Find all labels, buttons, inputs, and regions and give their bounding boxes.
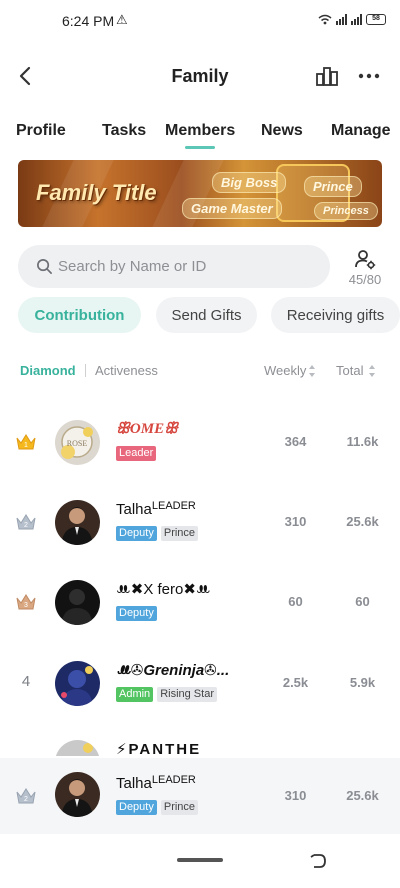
- filter-send-gifts[interactable]: Send Gifts: [156, 297, 257, 333]
- rank-number: 4: [21, 673, 31, 690]
- tab-bar: Profile Tasks Members News Manage: [0, 118, 400, 152]
- weekly-value: 60: [288, 594, 303, 609]
- app-header: Family: [0, 52, 400, 100]
- sort-row: Diamond Activeness Weekly Total: [0, 360, 400, 382]
- avatar[interactable]: ROSE: [55, 420, 100, 465]
- page-title: Family: [171, 66, 229, 86]
- name-tag: LEADER: [151, 500, 196, 512]
- member-name: TalhaLEADER: [116, 774, 196, 792]
- deputy-badge: Deputy: [116, 526, 157, 541]
- member-row[interactable]: 3 ꔚ✖X fero✖ꔚ Deputy 60 60: [0, 568, 400, 638]
- svg-text:1: 1: [24, 442, 28, 449]
- filter-receiving-gifts[interactable]: Receiving gifts: [271, 297, 400, 333]
- sort-total[interactable]: Total: [336, 363, 363, 378]
- sort-arrows-icon: [309, 365, 315, 377]
- tab-manage[interactable]: Manage: [331, 122, 391, 140]
- sort-activeness[interactable]: Activeness: [95, 363, 158, 378]
- svg-text:2: 2: [24, 522, 28, 529]
- sort-weekly[interactable]: Weekly: [264, 363, 306, 378]
- svg-text:ROSE: ROSE: [67, 439, 88, 448]
- avatar[interactable]: [55, 661, 100, 706]
- system-nav-bar: [0, 840, 400, 888]
- silver-crown-icon: 2: [16, 514, 36, 530]
- title-badge: Prince: [160, 526, 199, 541]
- svg-text:3: 3: [24, 602, 28, 609]
- active-tab-indicator: [185, 146, 215, 149]
- family-title-banner[interactable]: Family Title Big Boss Prince Game Master…: [18, 160, 382, 227]
- member-name: ꕥOMEꕥ: [116, 421, 179, 437]
- my-rank-row[interactable]: 2 TalhaLEADER Deputy Prince 310 25.6k: [0, 758, 400, 834]
- deputy-badge: Deputy: [116, 606, 157, 621]
- total-value: 5.9k: [349, 675, 376, 690]
- avatar[interactable]: [55, 772, 100, 817]
- member-count: 45/80: [348, 272, 382, 287]
- banner-tag: Princess: [314, 202, 378, 220]
- weekly-value: 310: [284, 788, 307, 803]
- tab-tasks[interactable]: Tasks: [102, 122, 146, 140]
- signal-icon-2: [351, 14, 362, 25]
- deputy-badge: Deputy: [116, 800, 157, 815]
- weekly-value: 364: [284, 434, 307, 449]
- total-value: 60: [355, 594, 370, 609]
- avatar[interactable]: [55, 500, 100, 545]
- member-badges: Deputy Prince: [116, 800, 199, 815]
- member-row[interactable]: 1 ROSE ꕥOMEꕥ Leader 364 11.6k: [0, 408, 400, 478]
- member-name: ꔚ✇Greninja✇...: [116, 662, 230, 679]
- banner-title: Family Title: [36, 180, 157, 205]
- tab-profile[interactable]: Profile: [16, 122, 66, 140]
- weekly-value: 2.5k: [282, 675, 309, 690]
- tab-members[interactable]: Members: [165, 122, 235, 140]
- total-value: 25.6k: [346, 788, 379, 803]
- leader-badge: Leader: [116, 446, 157, 461]
- sort-arrows-icon: [369, 365, 375, 377]
- banner-tag: Big Boss: [212, 172, 287, 193]
- status-bar: 6:24 PM ⚠ 58: [0, 0, 400, 44]
- title-badge: Rising Star: [157, 687, 217, 702]
- battery-icon: 58: [366, 14, 386, 25]
- banner-tag: Game Master: [182, 198, 282, 219]
- weekly-value: 310: [284, 514, 307, 529]
- member-badges: Deputy: [116, 606, 157, 621]
- member-name: TalhaLEADER: [116, 500, 196, 518]
- name-tag: LEADER: [151, 774, 196, 786]
- back-gesture-icon[interactable]: [309, 852, 327, 870]
- search-input[interactable]: [58, 245, 318, 288]
- member-row[interactable]: 4 ꔚ✇Greninja✇... Admin Rising Star 2.5k …: [0, 649, 400, 719]
- status-time: 6:24 PM: [62, 13, 115, 29]
- member-row[interactable]: 2 TalhaLEADER Deputy Prince 310 25.6k: [0, 488, 400, 558]
- avatar[interactable]: [55, 740, 100, 756]
- divider: [85, 364, 86, 377]
- search-icon: [37, 259, 52, 274]
- member-badges: Admin Rising Star: [116, 687, 217, 702]
- ranking-icon[interactable]: [315, 64, 339, 88]
- alert-icon: ⚠: [116, 12, 128, 27]
- member-settings-icon[interactable]: [354, 248, 376, 270]
- avatar[interactable]: [55, 580, 100, 625]
- admin-badge: Admin: [116, 687, 154, 702]
- member-name: ⚡PANTHE: [116, 741, 202, 756]
- silver-crown-icon: 2: [16, 788, 36, 804]
- total-value: 11.6k: [346, 434, 379, 449]
- search-box[interactable]: [18, 245, 330, 288]
- title-badge: Prince: [160, 800, 199, 815]
- bronze-crown-icon: 3: [16, 594, 36, 610]
- member-badges: Leader: [116, 446, 157, 461]
- total-value: 25.6k: [346, 514, 379, 529]
- gold-crown-icon: 1: [16, 434, 36, 450]
- member-row-partial[interactable]: ⚡PANTHE: [0, 738, 400, 756]
- member-name: ꔚ✖X fero✖ꔚ: [116, 581, 211, 598]
- tab-news[interactable]: News: [261, 122, 303, 140]
- signal-icon: [336, 14, 347, 25]
- banner-tag: Prince: [304, 176, 362, 197]
- home-gesture-bar[interactable]: [177, 858, 223, 862]
- more-options-icon[interactable]: [356, 64, 382, 88]
- sort-diamond[interactable]: Diamond: [20, 363, 76, 378]
- wifi-icon: [318, 14, 332, 25]
- status-icons: 58: [318, 14, 386, 25]
- member-badges: Deputy Prince: [116, 526, 199, 541]
- svg-text:2: 2: [24, 796, 28, 803]
- filter-contribution[interactable]: Contribution: [18, 297, 141, 333]
